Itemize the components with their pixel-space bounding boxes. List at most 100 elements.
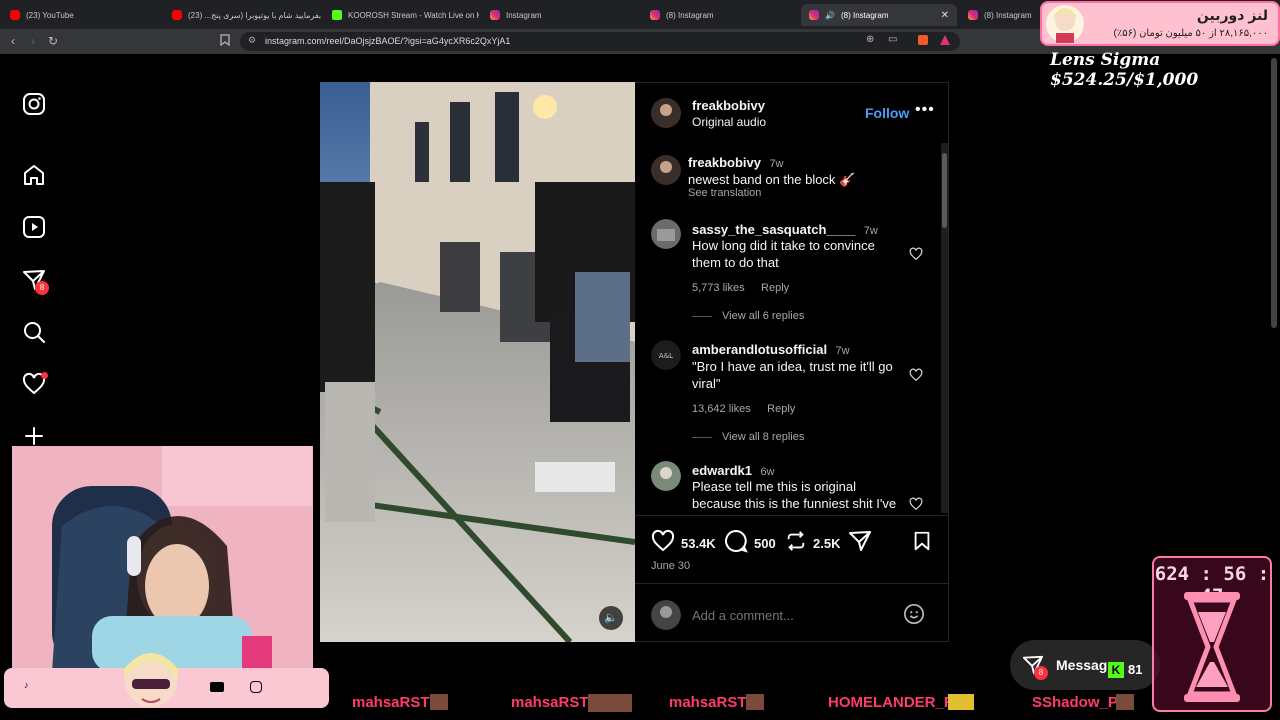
divider (635, 515, 949, 516)
save-bookmark-icon[interactable] (911, 529, 933, 558)
youtube-icon (172, 10, 182, 20)
comment-time: 7w (863, 225, 878, 237)
comment-action[interactable]: 500 (724, 529, 776, 558)
like-count: 53.4K (681, 536, 716, 551)
more-options-icon[interactable]: ••• (915, 101, 935, 119)
like-comment-icon[interactable] (909, 368, 923, 382)
search-icon[interactable] (22, 320, 46, 344)
comment-likes[interactable]: 5,773 likes (692, 282, 745, 294)
share-icon[interactable] (848, 529, 872, 558)
browser-tab[interactable]: بفرمایید شام با یوتیوبرا (سری پنج... (23… (164, 4, 322, 26)
instagram-logo-icon[interactable] (22, 92, 46, 116)
browser-tab[interactable]: (8) Instagram (960, 4, 1040, 26)
close-icon[interactable]: ✕ (941, 10, 949, 21)
viewer-count: 81 (1128, 662, 1143, 677)
author-username[interactable]: freakbobivy (692, 98, 765, 113)
like-comment-icon[interactable] (909, 247, 923, 261)
reels-icon[interactable] (22, 215, 46, 239)
donation-goal-widget: لنز دوربین ۲۸,۱۶۵,۰۰۰ از ۵۰ میلیون تومان… (1040, 1, 1280, 46)
mascot-avatar (116, 643, 186, 713)
browser-tab-active[interactable]: 🔊 (8) Instagram ✕ (801, 4, 957, 26)
comment-avatar[interactable]: A&L (651, 340, 681, 370)
add-comment-input[interactable] (692, 604, 897, 626)
comment-avatar[interactable] (651, 461, 681, 491)
comment-count: 500 (754, 536, 776, 551)
browser-tab[interactable]: (23) YouTube (2, 4, 162, 26)
donation-title: لنز دوربین (1196, 7, 1268, 23)
browser-tab[interactable]: KOOROSH Stream - Watch Live on K (324, 4, 479, 26)
comment-avatar[interactable] (651, 219, 681, 249)
like-heart-icon[interactable] (651, 529, 675, 558)
notification-badge: 8 (35, 281, 49, 295)
create-plus-icon[interactable] (22, 424, 46, 448)
tab-label: (8) Instagram (984, 10, 1032, 20)
view-replies-link[interactable]: View all 6 replies (692, 310, 804, 322)
comment-bubble-icon[interactable] (724, 529, 748, 558)
caption-avatar[interactable] (651, 155, 681, 185)
messages-label: Messag (1056, 657, 1108, 673)
comment-likes[interactable]: 13,642 likes (692, 403, 751, 415)
zoom-icon[interactable]: ⊕ (866, 34, 874, 45)
avatar (1046, 5, 1084, 43)
youtube-icon (210, 682, 224, 692)
brave-shield-icon[interactable] (918, 35, 928, 45)
reel-video[interactable]: 🔈 (320, 82, 635, 642)
cast-icon[interactable]: ▭ (888, 34, 897, 45)
view-replies-link[interactable]: View all 8 replies (692, 431, 804, 443)
tab-label: (8) Instagram (840, 10, 889, 20)
page-scrollbar[interactable] (1271, 58, 1277, 328)
back-icon[interactable]: ‹ (6, 34, 20, 48)
bookmark-icon[interactable] (218, 34, 232, 48)
instagram-icon (650, 10, 660, 20)
divider (635, 583, 949, 584)
kick-icon: K (1108, 662, 1124, 678)
instagram-icon (250, 681, 262, 693)
tiktok-icon: ♪ (24, 680, 29, 690)
svg-text:A&L: A&L (659, 352, 673, 360)
tab-label: (23) YouTube (26, 10, 74, 20)
see-translation-link[interactable]: See translation (688, 187, 761, 199)
messages-icon[interactable]: 8 (22, 268, 49, 295)
home-icon[interactable] (22, 163, 46, 187)
forward-icon[interactable]: › (26, 34, 40, 48)
browser-tab[interactable]: Instagram (482, 4, 640, 26)
repost-icon[interactable] (785, 529, 807, 558)
reply-button[interactable]: Reply (767, 403, 795, 415)
reload-icon[interactable]: ↻ (46, 34, 60, 48)
author-avatar[interactable] (651, 98, 681, 128)
caption-time: 7w (769, 158, 784, 170)
sound-toggle-icon[interactable]: 🔈 (599, 606, 623, 630)
my-avatar (651, 600, 681, 630)
comments-scrollbar[interactable] (941, 143, 948, 513)
audio-label[interactable]: Original audio (692, 115, 766, 129)
messages-pill[interactable]: 8 Messag K 81 (1010, 640, 1160, 690)
like-action[interactable]: 53.4K (651, 529, 716, 558)
browser-tab[interactable]: (8) Instagram (642, 4, 800, 26)
ticker-name: HOMELANDER_R (828, 694, 955, 711)
comment-username[interactable]: edwardk1 (692, 463, 752, 478)
donation-progress-text: ۲۸,۱۶۵,۰۰۰ از ۵۰ میلیون تومان (۵۶٪) (1113, 28, 1268, 39)
repost-action[interactable]: 2.5K (785, 529, 840, 558)
like-comment-icon[interactable] (909, 497, 923, 511)
comment-username[interactable]: amberandlotusofficial (692, 342, 827, 357)
url-bar[interactable]: ⚙ instagram.com/reel/DaOjsjzBAOE/?igsi=a… (240, 32, 960, 51)
emoji-icon[interactable] (903, 603, 925, 630)
site-info-icon[interactable]: ⚙ (248, 35, 256, 46)
caption-username[interactable]: freakbobivy (688, 155, 761, 170)
hourglass-icon (1180, 592, 1244, 707)
comment-username[interactable]: sassy_the_sasquatch____ (692, 222, 855, 237)
rewards-icon[interactable] (940, 35, 950, 45)
instagram-icon (809, 10, 819, 20)
notification-badge: 8 (1034, 666, 1048, 680)
ticker-name: mahsaRST (669, 694, 747, 711)
tab-label: KOOROSH Stream - Watch Live on K (348, 10, 479, 20)
ticker-name: SShadow_P (1032, 694, 1118, 711)
notifications-heart-icon[interactable] (22, 372, 48, 396)
speaker-icon: 🔊 (825, 10, 835, 20)
reply-button[interactable]: Reply (761, 282, 789, 294)
youtube-icon (10, 10, 20, 20)
follow-button[interactable]: Follow (865, 105, 909, 121)
scrollbar-thumb[interactable] (942, 153, 947, 228)
comment-text: "Bro I have an idea, trust me it'll go v… (692, 359, 893, 391)
tab-label: Instagram (506, 10, 542, 20)
